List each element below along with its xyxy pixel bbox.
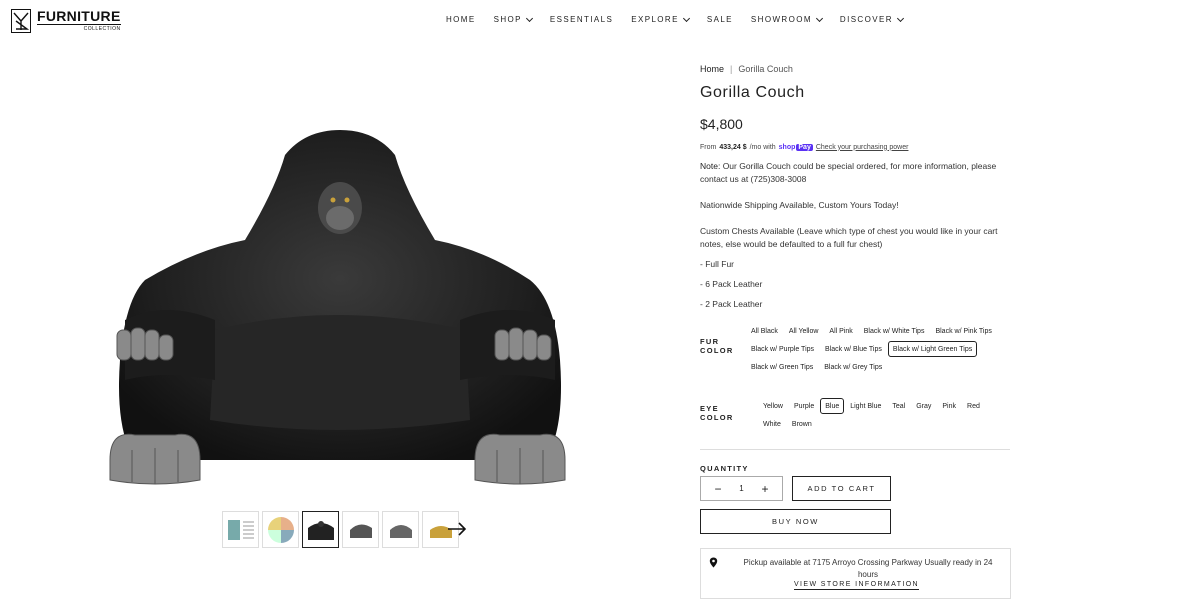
add-to-cart-button[interactable]: ADD TO CART [792,476,891,501]
eye-color-selector: EYE COLOR Yellow Purple Blue Light Blue T… [700,398,1010,434]
thumbnail-1[interactable] [222,511,259,548]
quantity-increase-button[interactable]: + [760,483,770,495]
product-title: Gorilla Couch [700,84,805,101]
fur-option[interactable]: Black w/ Green Tips [746,359,818,375]
quantity-decrease-button[interactable]: − [713,483,723,495]
installment-amount: 433,24 $ [719,143,747,151]
pickup-info-box: Pickup available at 7175 Arroyo Crossing… [700,548,1011,599]
product-main-image[interactable] [105,130,570,492]
chevron-down-icon [682,14,690,22]
chevron-down-icon [815,14,823,22]
purchasing-power-link[interactable]: Check your purchasing power [816,144,909,151]
eye-option[interactable]: Brown [787,416,817,432]
fur-color-selector: FUR COLOR All Black All Yellow All Pink B… [700,323,1010,377]
product-note: Note: Our Gorilla Couch could be special… [700,161,997,184]
chests-text: Custom Chests Available (Leave which typ… [700,226,998,249]
pickup-text: Pickup available at 7175 Arroyo Crossing… [743,558,993,579]
breadcrumb-separator: | [730,64,733,74]
fur-option[interactable]: Black w/ Pink Tips [930,323,996,339]
fur-color-label: FUR COLOR [700,337,734,355]
eye-option[interactable]: Yellow [758,398,788,414]
shoppay-logo: shop Pay [778,143,813,151]
nav-shop[interactable]: SHOP [494,14,533,24]
fur-option[interactable]: Black w/ Light Green Tips [887,341,978,357]
eye-color-options: Yellow Purple Blue Light Blue Teal Gray … [758,398,1008,434]
fur-option[interactable]: All Pink [824,323,857,339]
fur-option[interactable]: All Yellow [784,323,824,339]
view-store-info-link[interactable]: VIEW STORE INFORMATION [701,581,1012,590]
fur-option[interactable]: Black w/ Purple Tips [746,341,819,357]
eye-option[interactable]: Red [962,398,985,414]
quantity-input[interactable]: 1 [739,484,743,493]
thumbnail-5[interactable] [382,511,419,548]
chest-option-2-pack: - 2 Pack Leather [700,299,763,309]
eye-option[interactable]: Gray [911,398,936,414]
arrow-right-icon[interactable] [447,521,467,537]
eye-option[interactable]: Teal [887,398,910,414]
quantity-stepper: − 1 + [700,476,783,501]
fur-color-options: All Black All Yellow All Pink Black w/ W… [746,323,1006,377]
nav-showroom[interactable]: SHOWROOM [751,14,823,24]
brand-sub: COLLECTION [37,24,121,32]
thumbnail-2[interactable] [262,511,299,548]
site-header: FURNITURE COLLECTION HOME SHOP ESSENTIAL… [0,0,1200,42]
chevron-down-icon [896,14,904,22]
installments-info: From 433,24 $/mo with shop Pay Check your… [700,143,909,151]
quantity-label: QUANTITY [700,464,749,473]
nav-sale[interactable]: SALE [707,15,733,24]
eye-color-label: EYE COLOR [700,404,734,422]
fur-option[interactable]: Black w/ Grey Tips [819,359,887,375]
eye-option[interactable]: White [758,416,786,432]
brand-name: FURNITURE [37,8,121,24]
eye-option[interactable]: Purple [789,398,819,414]
thumbnail-gallery [222,511,459,548]
thumbnail-4[interactable] [342,511,379,548]
chest-option-full-fur: - Full Fur [700,259,734,269]
eye-option[interactable]: Blue [820,398,845,414]
fur-option[interactable]: Black w/ Blue Tips [820,341,887,357]
divider [700,449,1010,450]
nav-home[interactable]: HOME [446,15,476,24]
breadcrumb-home[interactable]: Home [700,64,724,74]
nav-explore[interactable]: EXPLORE [631,14,690,24]
breadcrumb-current: Gorilla Couch [738,64,793,74]
chest-option-6-pack: - 6 Pack Leather [700,279,763,289]
fur-option[interactable]: All Black [746,323,783,339]
shipping-text: Nationwide Shipping Available, Custom Yo… [700,200,899,210]
yz-monogram-icon [11,9,31,33]
chevron-down-icon [525,14,533,22]
breadcrumb: Home | Gorilla Couch [700,60,1010,78]
buy-now-button[interactable]: BUY NOW [700,509,891,534]
nav-discover[interactable]: DISCOVER [840,14,904,24]
logo[interactable]: FURNITURE COLLECTION [11,9,121,33]
product-price: $4,800 [700,116,743,132]
fur-option[interactable]: Black w/ White Tips [859,323,930,339]
map-pin-icon [709,557,718,568]
nav-essentials[interactable]: ESSENTIALS [550,15,613,24]
main-nav: HOME SHOP ESSENTIALS EXPLORE SALE SHOWRO… [446,14,921,24]
product-info-panel: Home | Gorilla Couch Gorilla Couch $4,80… [700,60,1011,599]
eye-option[interactable]: Light Blue [845,398,886,414]
eye-option[interactable]: Pink [937,398,961,414]
thumbnail-3-active[interactable] [302,511,339,548]
